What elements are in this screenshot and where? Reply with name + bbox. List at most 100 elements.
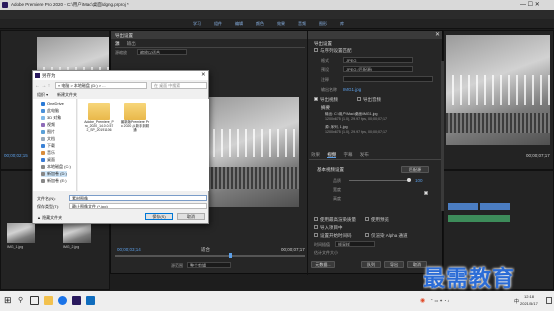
export-audio-label: 导出音频 [363,97,381,102]
match-source-button[interactable]: 匹配源 [401,166,429,173]
tab-captions[interactable]: 字幕 [344,152,353,157]
queue-button[interactable]: 队列 [361,261,381,268]
comments-label: 注释 [321,77,329,82]
constrain-proportions-checkbox[interactable] [424,191,428,195]
settings-scrollbar[interactable] [441,61,444,211]
browser-icon[interactable] [58,296,67,305]
max-render-quality-checkbox[interactable] [314,217,318,221]
tray-icons[interactable]: ⌃ ▭ ✦ ◔ ♪ [430,298,449,303]
playhead-handle[interactable] [229,253,232,258]
hide-folders-toggle[interactable]: ▲ 隐藏文件夹 [37,215,62,221]
project-thumbnail[interactable] [7,223,35,243]
file-explorer-icon[interactable] [44,296,53,305]
window-controls[interactable]: — ☐ ✕ [520,1,540,8]
nav-item-documents[interactable]: 文档 [41,136,55,142]
organize-menu[interactable]: 组织 ▾ [37,92,48,98]
max-render-quality-label: 使用最高渲染质量 [320,217,356,222]
summary-output-detail: 1200x675 (1.0), 29.97 fps, 00;00;07;17 [325,117,387,121]
notification-icon[interactable] [546,297,552,304]
clock-date[interactable]: 2021/5/17 [520,301,538,306]
format-select[interactable]: JPEG [343,57,413,63]
comments-field[interactable] [343,76,433,82]
windows-start-icon[interactable]: ⊞ [4,296,12,305]
file-item[interactable]: 最新版Premiere Pro 2020 从新手到精通 [120,103,150,132]
document-icon [41,136,45,141]
export-scrubber[interactable] [115,255,305,257]
new-folder-button[interactable]: 新建文件夹 [57,92,77,98]
source-scaling-select[interactable]: 缩放以适合 [137,49,187,55]
search-input[interactable]: 在 桌面 中搜索 [151,82,207,89]
nav-item-3d-objects[interactable]: 3D 对象 [41,115,61,121]
set-start-timecode-checkbox[interactable] [314,233,318,237]
close-icon[interactable]: ✕ [435,31,440,38]
tab-video[interactable]: 视频 [327,152,337,158]
music-icon [41,150,45,155]
nav-item-music[interactable]: 音乐 [41,150,55,156]
metadata-button[interactable]: 元数据... [311,261,335,268]
match-sequence-checkbox[interactable] [314,48,318,52]
nav-item-videos[interactable]: 视频 [41,122,55,128]
drive-icon [41,164,45,169]
ime-indicator[interactable]: 中 [514,298,519,305]
quality-slider[interactable] [349,180,409,181]
tab-publish[interactable]: 发布 [360,152,369,157]
filename-input[interactable]: 素材图像 [69,195,207,201]
export-dialog-title: 导出设置 [115,32,133,38]
cloud-icon [41,101,45,106]
nav-item-this-pc[interactable]: 此电脑 [41,108,59,114]
close-icon[interactable]: ✕ [201,72,206,78]
premiere-taskbar-icon[interactable] [72,296,81,305]
nav-item-pictures[interactable]: 图片 [41,129,55,135]
address-bar[interactable]: « 电脑 > 本地磁盘 (D:) > ... [55,82,147,89]
use-previews-checkbox[interactable] [365,217,369,221]
tab-source[interactable]: 源 [115,41,120,46]
clock-time[interactable]: 12:18 [524,294,534,299]
save-button[interactable]: 保存(S) [145,213,173,220]
program-preview-image [446,35,550,145]
nav-item-downloads[interactable]: 下载 [41,143,55,149]
tab-output[interactable]: 输出 [127,41,136,46]
nav-item-drive-d[interactable]: 新加卷 (D:) [41,171,67,177]
tray-icon[interactable]: ◉ [420,297,425,304]
set-start-timecode-label: 设置开始时间码 [320,233,352,238]
cancel-button[interactable]: 取消 [177,213,205,220]
workspace-tab[interactable]: 学习 [193,21,201,27]
search-icon[interactable]: ⚲ [18,296,23,304]
timeline-clip[interactable] [480,203,510,210]
interpolation-select[interactable]: 帧采样 [335,241,375,247]
quality-slider-handle[interactable] [407,178,411,182]
nav-arrows[interactable]: ← → ↑ [35,83,50,89]
task-view-icon[interactable] [30,296,39,305]
output-name-link[interactable]: IMG1.jpg [343,87,361,92]
file-item[interactable]: Adobe_Premiere_Pro_2020_14.0.0.572_SP_20… [84,103,114,132]
export-audio-checkbox[interactable] [357,97,361,101]
workspace-tab[interactable]: 库 [340,21,344,27]
export-button[interactable]: 导出 [384,261,404,268]
save-type-select[interactable]: 静止图像文件 (*.jpg) [69,203,207,209]
tab-effects[interactable]: 效果 [311,152,320,157]
nav-item-drive-c[interactable]: 本地磁盘 (C:) [41,164,71,170]
render-alpha-only-checkbox[interactable] [365,233,369,237]
interpolation-label: 时间插值 [314,242,330,247]
workspace-tab[interactable]: 编辑 [235,21,243,27]
project-thumbnail[interactable] [63,223,91,243]
filename-label: 文件名(N): [37,196,56,201]
workspace-tab[interactable]: 图形 [319,21,327,27]
preset-select[interactable]: JPEG (匹配源) [343,66,413,72]
workspace-tab[interactable]: 音频 [298,21,306,27]
workspace-tab[interactable]: 颜色 [256,21,264,27]
workspace-tab[interactable]: 效果 [277,21,285,27]
export-video-checkbox[interactable] [314,97,318,101]
nav-item-desktop[interactable]: 桌面 [41,157,55,163]
app-taskbar-icon[interactable] [86,296,95,305]
summary-header: 摘要 [321,105,330,110]
nav-item-drive-e[interactable]: 新加卷 (E:) [41,178,67,184]
nav-item-onedrive[interactable]: OneDrive [41,101,64,107]
import-into-project-checkbox[interactable] [314,225,318,229]
timeline-clip[interactable] [448,203,478,210]
drive-icon [41,178,45,183]
quality-value[interactable]: 100 [415,178,423,183]
timeline-audio-clip[interactable] [448,215,510,222]
workspace-tab[interactable]: 组件 [214,21,222,27]
source-range-select[interactable]: 整个剪辑 [187,262,231,268]
